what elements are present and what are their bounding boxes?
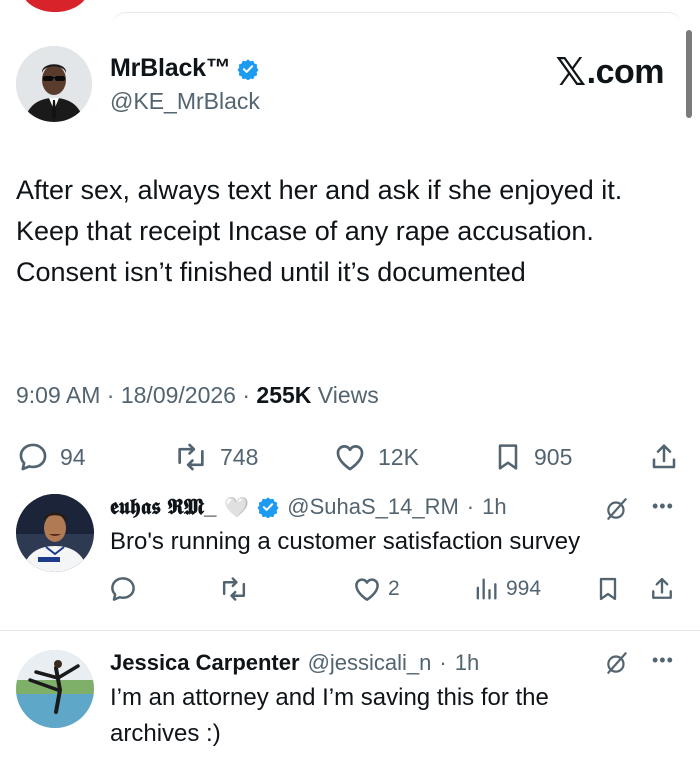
brand-suffix: .com <box>586 53 665 91</box>
author-name[interactable]: MrBlack™ <box>110 54 231 83</box>
tweet-date[interactable]: 18/09/2026 <box>121 382 236 408</box>
views-icon <box>476 578 497 600</box>
reply-actions: 2 994 <box>108 574 688 608</box>
share-icon <box>652 577 672 599</box>
reply-button[interactable]: 94 <box>16 440 86 474</box>
x-logo-icon: 𝕏 <box>555 52 587 94</box>
reply-header: 𝖊𝖚𝖍𝖆𝖘 𝕽𝕸_ 🤍 @SuhaS_14_RM · 1h <box>110 494 507 520</box>
reply-icon <box>111 577 135 601</box>
reply-tweet[interactable]: 𝖊𝖚𝖍𝖆𝖘 𝕽𝕸_ 🤍 @SuhaS_14_RM · 1h ••• Bro's r… <box>0 484 700 624</box>
reply-header: Jessica Carpenter @jessicali_n · 1h <box>110 650 479 676</box>
like-button[interactable]: 12K <box>332 440 419 474</box>
more-icon[interactable]: ••• <box>652 496 674 517</box>
white-heart-icon: 🤍 <box>224 496 250 519</box>
reply-author-name[interactable]: 𝖊𝖚𝖍𝖆𝖘 𝕽𝕸_ <box>110 494 216 520</box>
reply-count: 94 <box>60 443 86 470</box>
like-icon <box>355 578 379 601</box>
avatar[interactable] <box>16 46 92 122</box>
scrollbar[interactable] <box>686 30 692 118</box>
views-button[interactable]: 994 <box>472 574 541 604</box>
grok-icon[interactable] <box>604 496 630 522</box>
share-button[interactable] <box>648 574 676 604</box>
verified-badge-icon <box>237 58 259 80</box>
share-button[interactable] <box>648 440 680 474</box>
meta-separator: · <box>439 650 447 675</box>
repost-button[interactable] <box>218 574 256 604</box>
reply-time[interactable]: 1h <box>455 650 479 676</box>
meta-separator: · <box>242 382 251 408</box>
tweet-text: After sex, always text her and ask if sh… <box>16 175 623 287</box>
tweet-actions: 94 748 12K 905 <box>16 440 686 480</box>
bookmark-icon <box>498 444 518 470</box>
reply-author-handle[interactable]: @SuhaS_14_RM <box>287 494 459 520</box>
repost-icon <box>178 443 204 471</box>
bookmark-button[interactable]: 905 <box>492 440 572 474</box>
reply-text: I’m an attorney and I’m saving this for … <box>110 684 549 747</box>
views-label: Views <box>317 382 379 408</box>
tweet-time[interactable]: 9:09 AM <box>16 382 100 408</box>
bookmark-icon <box>599 577 617 601</box>
views-count: 255K <box>256 382 312 408</box>
grok-icon[interactable] <box>604 650 630 676</box>
repost-icon <box>222 577 246 601</box>
like-count: 12K <box>378 443 419 470</box>
bookmark-count: 905 <box>534 443 573 470</box>
previous-avatar[interactable] <box>22 0 88 12</box>
reply-icon <box>19 443 47 471</box>
more-icon[interactable]: ••• <box>652 650 674 671</box>
author-handle[interactable]: @KE_MrBlack <box>110 88 260 115</box>
reply-author-handle[interactable]: @jessicali_n <box>308 650 432 676</box>
like-button[interactable]: 2 <box>352 574 400 604</box>
x-brand-watermark: 𝕏 .com <box>555 50 665 95</box>
reply-author-name[interactable]: Jessica Carpenter <box>110 650 300 676</box>
divider <box>0 630 700 631</box>
avatar[interactable] <box>16 650 94 728</box>
verified-badge-icon <box>257 497 279 518</box>
reply-time[interactable]: 1h <box>482 494 506 520</box>
reply-button[interactable] <box>108 574 144 604</box>
repost-button[interactable]: 748 <box>172 440 258 474</box>
reply-text: Bro's running a customer satisfaction su… <box>110 528 581 555</box>
tweet-meta: 9:09 AM · 18/09/2026 · 255K Views <box>16 382 379 409</box>
like-count: 2 <box>388 577 400 600</box>
repost-count: 748 <box>220 443 259 470</box>
like-icon <box>336 445 364 471</box>
share-icon <box>652 444 676 469</box>
meta-separator: · <box>106 382 115 408</box>
bookmark-button[interactable] <box>594 574 622 604</box>
views-count: 994 <box>506 577 542 600</box>
author-row: MrBlack™ <box>110 54 259 83</box>
previous-card-edge <box>112 12 682 52</box>
reply-tweet[interactable]: Jessica Carpenter @jessicali_n · 1h ••• … <box>0 634 700 765</box>
meta-separator: · <box>466 494 475 519</box>
avatar[interactable] <box>16 494 94 572</box>
